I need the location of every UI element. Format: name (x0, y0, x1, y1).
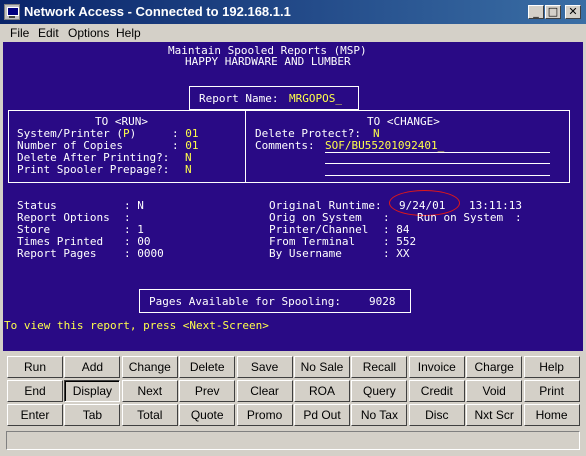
no-sale-button[interactable]: No Sale (294, 356, 350, 378)
terminal-screen[interactable]: Maintain Spooled Reports (MSP) HAPPY HAR… (3, 42, 583, 351)
void-button[interactable]: Void (466, 380, 523, 402)
run-button[interactable]: Run (7, 356, 63, 378)
save-button[interactable]: Save (236, 356, 293, 378)
report-name-label: Report Name: (199, 92, 279, 105)
roa-button[interactable]: ROA (294, 380, 350, 402)
report-pages-label: Report Pages (17, 247, 97, 260)
add-button[interactable]: Add (64, 356, 121, 378)
comments-line-2[interactable] (325, 163, 550, 164)
no-tax-button[interactable]: No Tax (351, 404, 408, 426)
pages-available-label: Pages Available for Spooling: (149, 295, 342, 308)
comments-line-3[interactable] (325, 175, 550, 176)
terminal-app-icon[interactable] (4, 4, 20, 20)
pd-out-button[interactable]: Pd Out (294, 404, 350, 426)
delete-button[interactable]: Delete (179, 356, 236, 378)
disc-button[interactable]: Disc (408, 404, 465, 426)
menu-file[interactable]: File (10, 26, 29, 40)
report-pages-value: : 0000 (124, 247, 164, 260)
query-button[interactable]: Query (351, 380, 408, 402)
change-button[interactable]: Change (121, 356, 178, 378)
company-name: HAPPY HARDWARE AND LUMBER (185, 55, 351, 68)
display-button[interactable]: Display (64, 380, 121, 402)
minimize-button[interactable]: _ (528, 5, 544, 19)
run-system-label: Run on System (417, 211, 504, 224)
prepage-label: Print Spooler Prepage?: (17, 163, 170, 176)
print-button[interactable]: Print (523, 380, 580, 402)
menu-help[interactable]: Help (116, 26, 141, 40)
next-button[interactable]: Next (121, 380, 178, 402)
quote-button[interactable]: Quote (179, 404, 236, 426)
nxt-scr-button[interactable]: Nxt Scr (466, 404, 523, 426)
by-username-value: : XX (383, 247, 410, 260)
home-button[interactable]: Home (523, 404, 580, 426)
recall-button[interactable]: Recall (351, 356, 408, 378)
credit-button[interactable]: Credit (408, 380, 465, 402)
run-system-value: : (515, 211, 522, 224)
invoice-button[interactable]: Invoice (408, 356, 465, 378)
report-name-field[interactable]: MRGOPOS_ (289, 93, 342, 105)
pages-available-value: 9028 (369, 295, 396, 308)
comments-field[interactable]: SOF/BU55201092401_ (325, 140, 444, 152)
menu-options[interactable]: Options (68, 26, 109, 40)
total-button[interactable]: Total (121, 404, 178, 426)
by-username-label: By Username (269, 247, 342, 260)
charge-button[interactable]: Charge (466, 356, 523, 378)
menu-edit[interactable]: Edit (38, 26, 59, 40)
tab-button[interactable]: Tab (64, 404, 121, 426)
comments-label: Comments: (255, 139, 315, 152)
run-change-divider (245, 110, 246, 183)
system-printer-hotkey: P (122, 127, 130, 140)
help-button[interactable]: Help (523, 356, 580, 378)
window-title: Network Access - Connected to 192.168.1.… (24, 4, 291, 19)
end-button[interactable]: End (7, 380, 63, 402)
menu-bar: File Edit Options Help (0, 24, 586, 42)
enter-button[interactable]: Enter (7, 404, 63, 426)
promo-button[interactable]: Promo (236, 404, 293, 426)
system-printer-close-paren: ) (129, 127, 137, 140)
comments-line-1 (325, 152, 550, 153)
maximize-button[interactable]: □ (545, 5, 561, 19)
clear-button[interactable]: Clear (236, 380, 293, 402)
next-screen-prompt: To view this report, press <Next-Screen> (4, 319, 269, 332)
prepage-field[interactable]: N (185, 164, 192, 176)
prev-button[interactable]: Prev (179, 380, 236, 402)
status-bar (6, 431, 580, 450)
close-button[interactable]: ✕ (565, 5, 581, 19)
